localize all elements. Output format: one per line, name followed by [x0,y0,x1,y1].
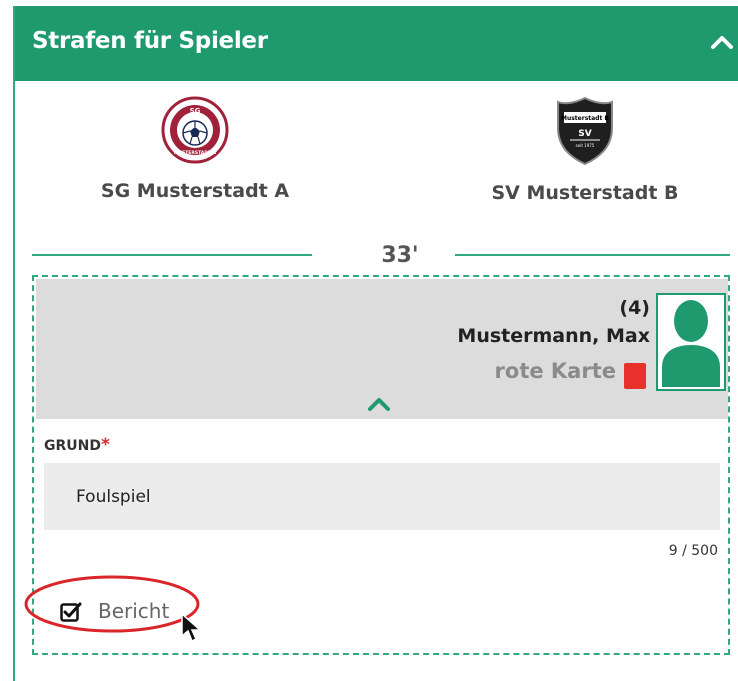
player-avatar [656,293,726,391]
svg-text:SG: SG [190,107,201,115]
penalty-panel: Strafen für Spieler SG MUSTERSTADT A SG … [13,6,738,681]
away-team-logo: Musterstadt B SV seit 1975 [557,96,613,166]
card-type-label: rote Karte [494,359,616,383]
chevron-up-icon[interactable] [366,395,392,413]
reason-input[interactable] [44,463,720,530]
player-number: (4) [619,297,650,319]
reason-label: GRUND* [44,435,110,455]
away-team: Musterstadt B SV seit 1975 SV Musterstad… [485,96,685,204]
svg-text:seit 1975: seit 1975 [576,143,595,148]
home-team: SG MUSTERSTADT A SG Musterstadt A [75,96,315,202]
svg-text:MUSTERSTADT A: MUSTERSTADT A [174,150,217,156]
event-minute: 33' [381,243,419,268]
checkbox-checked-icon[interactable] [60,601,82,623]
chevron-up-icon[interactable] [710,32,734,52]
panel-header[interactable]: Strafen für Spieler [15,6,738,81]
red-card-icon [624,363,646,389]
home-team-logo: SG MUSTERSTADT A [161,96,229,164]
player-name: Mustermann, Max [457,325,650,347]
penalty-card: (4) Mustermann, Max rote Karte GRUND* 9 … [32,275,730,655]
away-team-name: SV Musterstadt B [491,182,679,204]
home-team-name: SG Musterstadt A [100,180,290,202]
player-summary[interactable]: (4) Mustermann, Max rote Karte [36,279,728,419]
divider-left [32,254,312,256]
panel-title: Strafen für Spieler [32,28,268,54]
svg-text:Musterstadt B: Musterstadt B [561,115,609,122]
svg-text:SV: SV [578,129,591,139]
person-silhouette-icon [662,300,720,387]
divider-right [455,254,730,256]
report-label: Bericht [98,599,170,623]
required-marker: * [100,435,110,455]
char-counter: 9 / 500 [668,543,718,559]
